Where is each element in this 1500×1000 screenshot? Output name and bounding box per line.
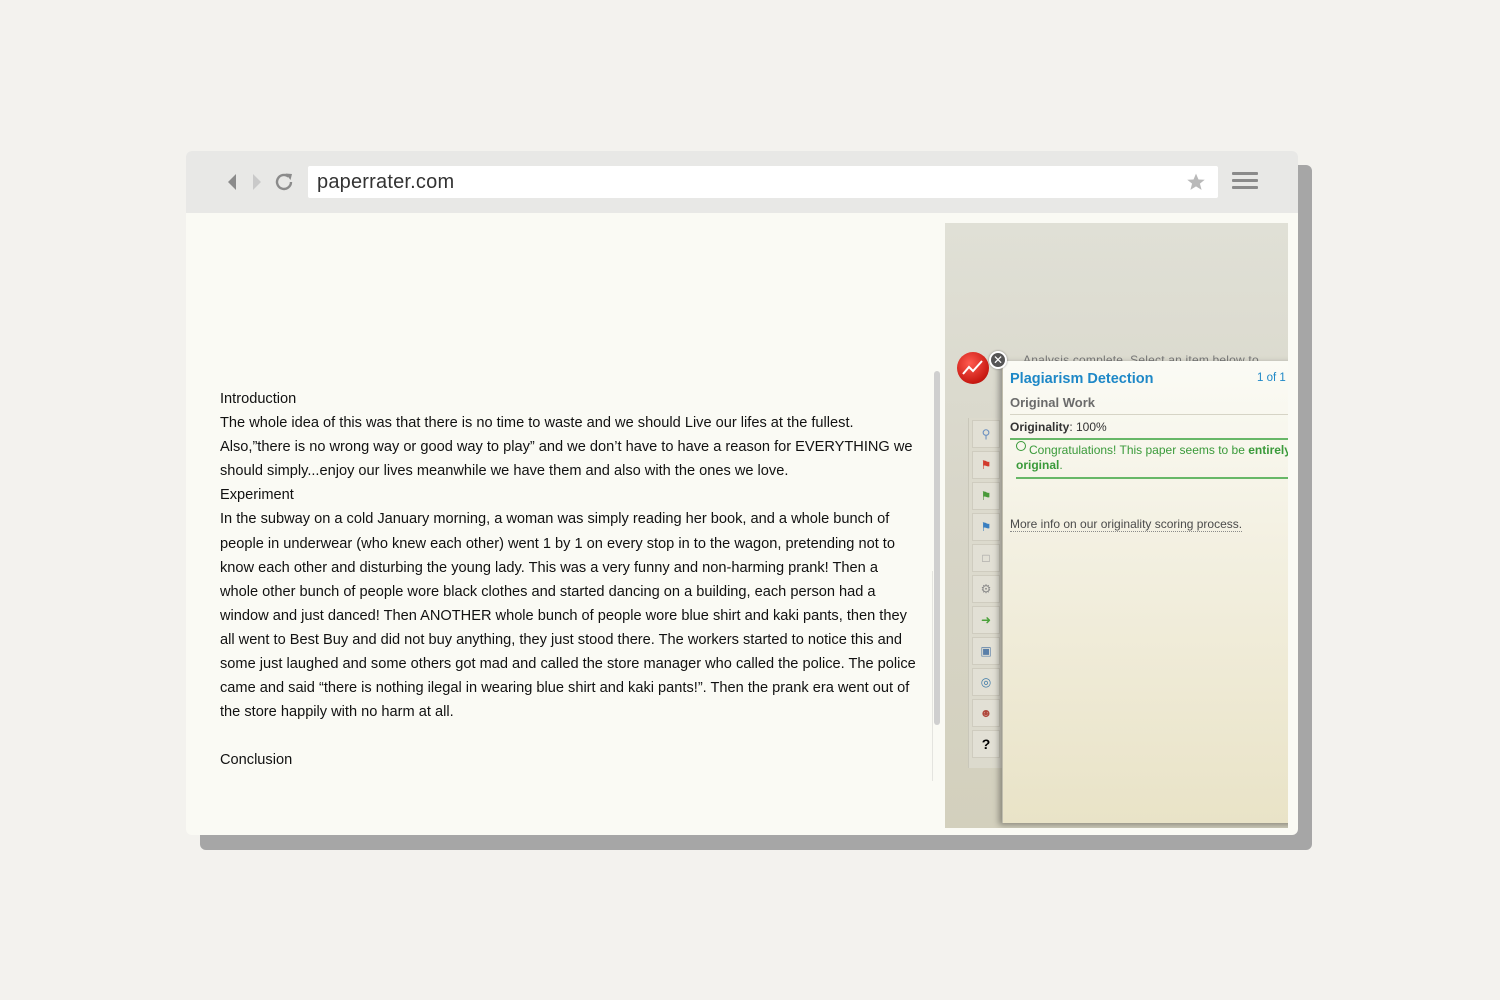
congrats-text: Congratulations! This paper seems to be <box>1029 443 1245 457</box>
globe-icon[interactable]: ◎ <box>972 668 1000 696</box>
divider <box>932 571 933 781</box>
paragraph: In the subway on a cold January morning,… <box>220 511 916 721</box>
browser-toolbar: paperrater.com <box>186 151 1298 213</box>
check-circle-icon <box>1016 441 1026 451</box>
menu-icon[interactable] <box>1232 172 1258 192</box>
blue-flag-icon[interactable]: ⚑ <box>972 513 1000 541</box>
popup-title: Plagiarism Detection <box>1010 371 1154 387</box>
scrollbar[interactable] <box>934 371 940 725</box>
red-flag-icon[interactable]: ⚑ <box>972 451 1000 479</box>
back-icon[interactable] <box>221 170 245 194</box>
browser-window: paperrater.com Introduction The whole id… <box>186 151 1298 835</box>
document-icon[interactable]: □ <box>972 544 1000 572</box>
tool-sidebar: ⚲ ⚑ ⚑ ⚑ □ ⚙ ➜ ▣ ◎ ☻ ? <box>968 418 1002 768</box>
paragraph: The whole idea of this was that there is… <box>220 415 854 432</box>
reload-icon[interactable] <box>272 170 296 194</box>
congrats-end: . <box>1059 458 1063 472</box>
close-icon[interactable]: ✕ <box>989 351 1007 369</box>
heading-conclusion: Conclusion <box>220 752 293 769</box>
plagiarism-popup: Plagiarism Detection 1 of 1 Original Wor… <box>1002 361 1288 823</box>
section-heading: Original Work <box>1010 395 1288 415</box>
star-icon[interactable] <box>1186 172 1206 197</box>
originality-label: Originality <box>1010 420 1070 434</box>
forward-icon[interactable] <box>244 170 268 194</box>
result-count: 1 of 1 <box>1257 372 1286 384</box>
monitor-icon[interactable]: ▣ <box>972 637 1000 665</box>
more-info-link[interactable]: More info on our originality scoring pro… <box>1010 517 1243 532</box>
paperrater-panel: Analysis complete. Select an item below … <box>945 223 1288 828</box>
paperrater-logo-icon <box>957 352 989 384</box>
congrats-message: Congratulations! This paper seems to be … <box>1016 441 1288 479</box>
paragraph: Also,”there is no wrong way or good way … <box>220 439 913 480</box>
person-icon[interactable]: ☻ <box>972 699 1000 727</box>
gear-icon[interactable]: ⚙ <box>972 575 1000 603</box>
heading-introduction: Introduction <box>220 391 297 407</box>
originality-value: : 100% <box>1069 420 1107 434</box>
magnifier-icon[interactable]: ⚲ <box>972 420 1000 448</box>
essay-text: Introduction The whole idea of this was … <box>220 387 920 772</box>
green-flag-icon[interactable]: ⚑ <box>972 482 1000 510</box>
address-bar[interactable]: paperrater.com <box>308 166 1218 198</box>
url-text: paperrater.com <box>317 171 455 193</box>
heading-experiment: Experiment <box>220 487 294 504</box>
arrow-right-icon[interactable]: ➜ <box>972 606 1000 634</box>
help-icon[interactable]: ? <box>972 730 1000 758</box>
originality-score: Originality: 100% <box>1010 420 1288 440</box>
